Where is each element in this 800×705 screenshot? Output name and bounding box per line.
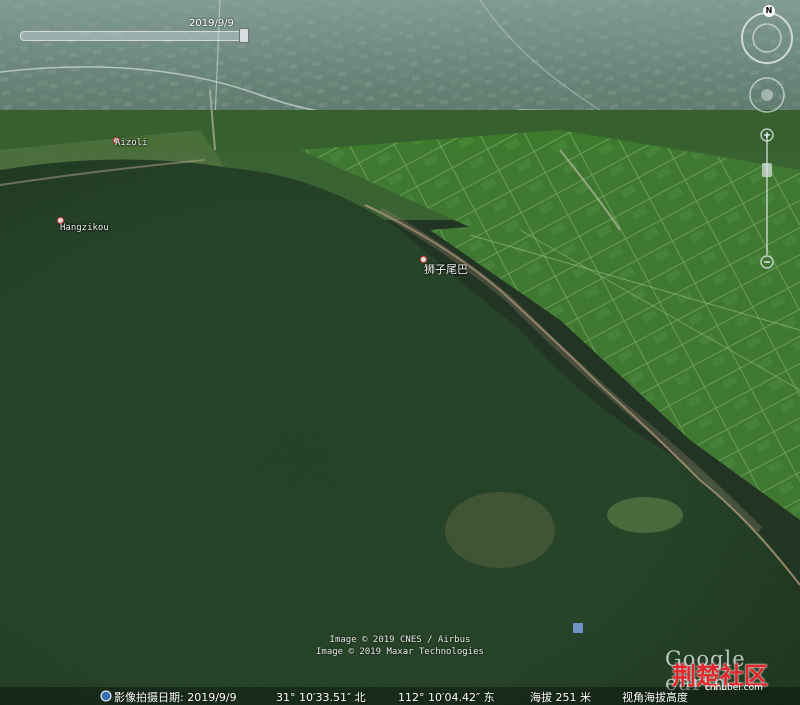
place-label[interactable]: Aizoli xyxy=(115,138,148,148)
status-bar: 影像拍摄日期: 2019/9/9 31° 10′33.51″ 北 112° 10… xyxy=(0,687,800,705)
slider-thumb[interactable] xyxy=(239,28,249,43)
historical-imagery-slider[interactable] xyxy=(20,27,249,43)
eye-altitude-readout: 视角海拔高度 xyxy=(622,691,688,704)
site-url: cnhubei.com xyxy=(705,683,763,693)
imagery-date: 影像拍摄日期: 2019/9/9 xyxy=(114,691,237,704)
imagery-attribution: Image © 2019 CNES / Airbus xyxy=(329,635,471,645)
imagery-date-icon xyxy=(100,690,112,702)
place-label[interactable]: 狮子尾巴 xyxy=(424,261,468,277)
compass-ring-icon xyxy=(741,12,793,64)
place-label[interactable]: Hangzikou xyxy=(60,223,109,233)
north-indicator[interactable]: N xyxy=(763,5,775,17)
elevation-readout: 海拔 251 米 xyxy=(530,691,591,704)
imagery-attribution: Image © 2019 Maxar Technologies xyxy=(316,647,484,657)
look-joystick-icon xyxy=(752,23,782,53)
longitude-readout: 112° 10′04.42″ 东 xyxy=(398,691,495,704)
slider-track[interactable] xyxy=(20,31,248,41)
latitude-readout: 31° 10′33.51″ 北 xyxy=(276,691,366,704)
navigation-controls[interactable] xyxy=(730,0,800,300)
satellite-imagery[interactable] xyxy=(0,0,800,705)
timeline-date-label: 2019/9/9 xyxy=(189,18,234,29)
zoom-thumb-icon xyxy=(762,163,772,177)
